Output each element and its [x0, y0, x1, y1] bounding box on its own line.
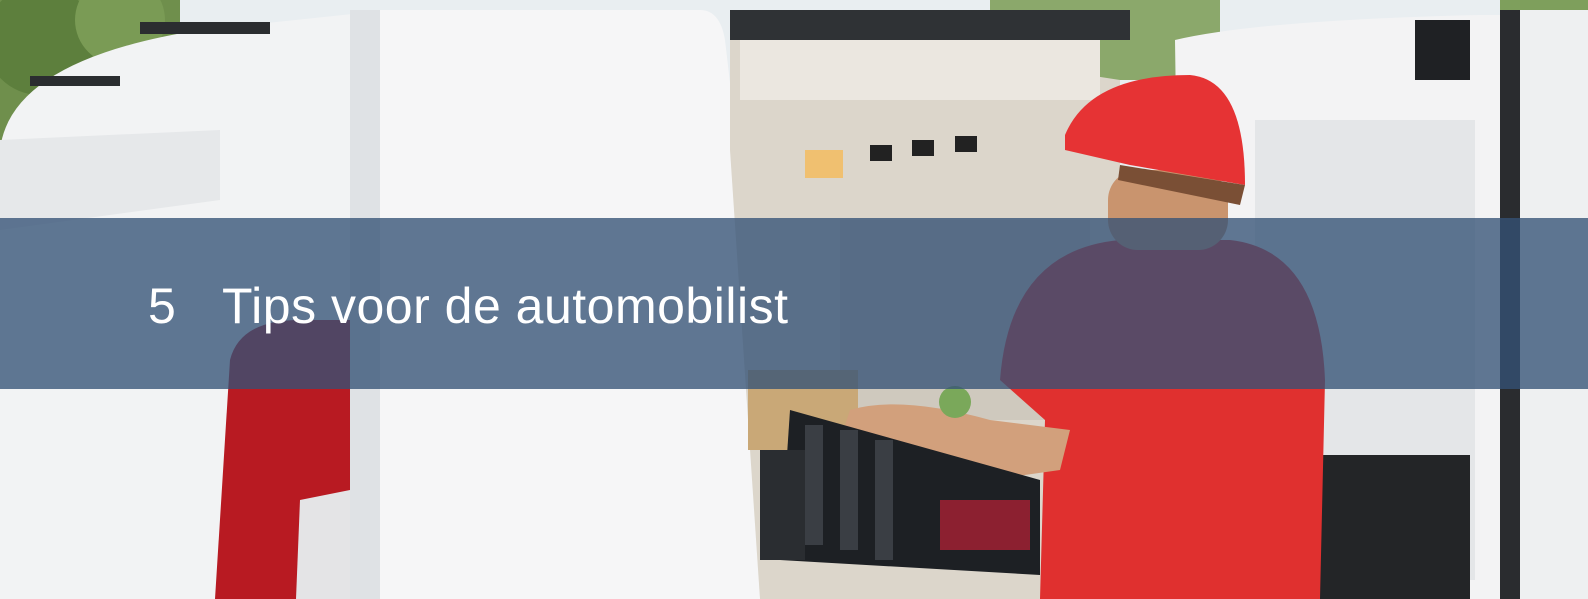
section-heading: 5 Tips voor de automobilist [148, 277, 788, 335]
hero-section: 5 Tips voor de automobilist [0, 0, 1588, 599]
section-number: 5 [148, 278, 177, 334]
section-title: Tips voor de automobilist [222, 278, 789, 334]
